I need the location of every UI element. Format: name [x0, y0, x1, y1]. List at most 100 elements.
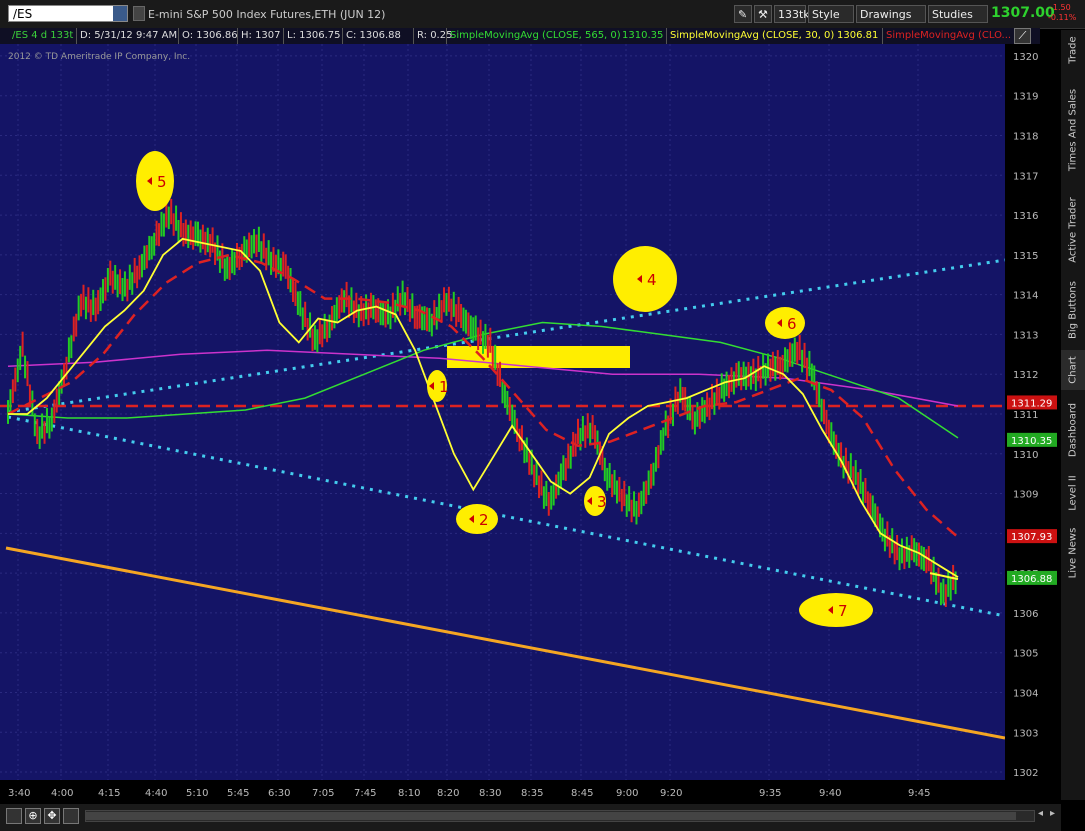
drawings-label: Drawings	[860, 8, 912, 21]
x-tick-label: 9:45	[908, 788, 930, 799]
bottom-toolbar: ⊕ ✥ ◂ ▸	[0, 804, 1061, 831]
annotation-ellipse	[799, 593, 873, 627]
channel-lower-line	[7, 415, 1005, 618]
y-tick-label: 1312	[1013, 370, 1038, 381]
symbol-dropdown-button[interactable]	[113, 6, 127, 21]
aggregation-button[interactable]: 133tk	[774, 5, 810, 23]
y-tick-label: 1318	[1013, 132, 1038, 143]
tab-label: Trade	[1067, 36, 1079, 64]
price-tag-label: 1307.93	[1011, 532, 1052, 543]
y-tick-label: 1309	[1013, 490, 1038, 501]
last-price: 1307.00	[991, 5, 1055, 21]
price-chart: 5 4 6 1 2 3 7	[0, 44, 1005, 780]
tab-big-buttons[interactable]: Big Buttons	[1061, 275, 1085, 345]
pan-icon[interactable]: ✥	[44, 808, 60, 824]
bar-open: O: 1306.86	[182, 30, 238, 41]
annotation-label: 1	[439, 378, 449, 396]
time-axis[interactable]: 3:40 4:00 4:15 4:40 5:10 5:45 6:30 7:05 7:45 8:10…	[0, 780, 1005, 804]
highlight-box	[447, 346, 630, 368]
style-menu-button[interactable]: Style	[808, 5, 854, 23]
x-tick-label: 8:45	[571, 788, 593, 799]
sma3-label: SimpleMovingAvg (CLO...	[886, 30, 1012, 41]
tab-dashboard[interactable]: Dashboard	[1061, 395, 1085, 465]
annotation-label: 5	[157, 173, 167, 191]
cursor-tool-icon[interactable]	[6, 808, 22, 824]
chart-info-bar: /ES 4 d 133t D: 5/31/12 9:47 AM O: 1306.…	[0, 28, 1040, 44]
symbol-input[interactable]: /ES	[8, 5, 128, 22]
tab-trade[interactable]: Trade	[1061, 30, 1085, 70]
y-tick-label: 1311	[1013, 410, 1038, 421]
trash-icon[interactable]	[63, 808, 79, 824]
zoom-icon[interactable]: ⊕	[25, 808, 41, 824]
annotation-ellipse	[765, 307, 805, 339]
sma1-value: 1310.35	[622, 30, 664, 41]
x-tick-label: 7:45	[354, 788, 376, 799]
bar-range: R: 0.25	[417, 30, 453, 41]
y-tick-label: 1313	[1013, 330, 1038, 341]
tab-label: Level II	[1067, 474, 1079, 511]
x-tick-label: 9:35	[759, 788, 781, 799]
y-tick-label: 1317	[1013, 171, 1038, 182]
tab-label: Times And Sales	[1067, 88, 1079, 172]
studies-menu-button[interactable]: Studies	[928, 5, 988, 23]
annotation-label: 4	[647, 271, 657, 289]
tab-level-ii[interactable]: Level II	[1061, 470, 1085, 515]
chart-settings-icon[interactable]: ⟋	[1014, 28, 1031, 44]
price-tag-label: 1311.29	[1011, 398, 1052, 409]
bar-close: C: 1306.88	[346, 30, 401, 41]
annotation-label: 3	[597, 493, 607, 511]
y-tick-label: 1314	[1013, 291, 1038, 302]
percent-change: -0.11%	[1048, 13, 1077, 22]
drawings-menu-button[interactable]: Drawings	[856, 5, 926, 23]
price-tag-label: 1306.88	[1011, 574, 1052, 585]
chart-id: /ES 4 d 133t	[12, 30, 74, 41]
annotation-ellipse	[613, 246, 677, 312]
x-tick-label: 4:15	[98, 788, 120, 799]
plot-area[interactable]: 5 4 6 1 2 3 7	[0, 44, 1006, 780]
annotation-label: 2	[479, 511, 489, 529]
x-tick-label: 6:30	[268, 788, 290, 799]
annotation-label: 7	[838, 602, 848, 620]
sma2-value: 1306.81	[837, 30, 879, 41]
annotation-ellipse	[136, 151, 174, 211]
tab-times-and-sales[interactable]: Times And Sales	[1061, 75, 1085, 185]
studies-label: Studies	[932, 8, 973, 21]
toolbar: /ES E-mini S&P 500 Index Futures,ETH (JU…	[0, 0, 1085, 29]
price-tag-label: 1310.35	[1011, 436, 1052, 447]
tab-label: Chart	[1067, 356, 1079, 384]
x-tick-label: 9:20	[660, 788, 682, 799]
tab-label: Big Buttons	[1067, 281, 1079, 339]
tab-label: Live News	[1067, 527, 1079, 578]
x-tick-label: 4:00	[51, 788, 73, 799]
price-axis[interactable]: 1302130313041305130613071308130913101311…	[1005, 44, 1060, 780]
y-tick-label: 1320	[1013, 52, 1038, 63]
scroll-right-arrow-icon[interactable]: ▸	[1050, 808, 1060, 824]
copyright-notice: 2012 © TD Ameritrade IP Company, Inc.	[8, 52, 191, 62]
instrument-title: E-mini S&P 500 Index Futures,ETH (JUN 12…	[148, 8, 386, 21]
settings-wrench-icon[interactable]: ⚒	[754, 5, 772, 23]
tab-live-news[interactable]: Live News	[1061, 520, 1085, 585]
annotation-ellipse	[456, 504, 498, 534]
scroll-left-arrow-icon[interactable]: ◂	[1038, 808, 1048, 824]
y-tick-label: 1319	[1013, 92, 1038, 103]
tab-active-trader[interactable]: Active Trader	[1061, 190, 1085, 270]
y-tick-label: 1315	[1013, 251, 1038, 262]
bar-low: L: 1306.75	[287, 30, 341, 41]
tab-chart[interactable]: Chart	[1061, 350, 1085, 390]
x-tick-label: 3:40	[8, 788, 30, 799]
drawing-tool-icon[interactable]: ✎	[734, 5, 752, 23]
instrument-info-icon[interactable]	[133, 6, 145, 21]
tab-label: Dashboard	[1067, 402, 1079, 458]
right-sidebar: Trade Times And Sales Active Trader Big …	[1061, 30, 1085, 800]
x-tick-label: 8:30	[479, 788, 501, 799]
net-change: -1.50	[1050, 3, 1071, 12]
scrollbar[interactable]	[85, 810, 1035, 822]
channel-upper-line	[7, 258, 1005, 414]
style-label: Style	[812, 8, 840, 21]
y-tick-label: 1305	[1013, 649, 1038, 660]
x-tick-label: 8:35	[521, 788, 543, 799]
x-tick-label: 9:40	[819, 788, 841, 799]
bar-high: H: 1307	[241, 30, 281, 41]
scrollbar-thumb[interactable]	[86, 812, 1016, 820]
x-tick-label: 8:20	[437, 788, 459, 799]
